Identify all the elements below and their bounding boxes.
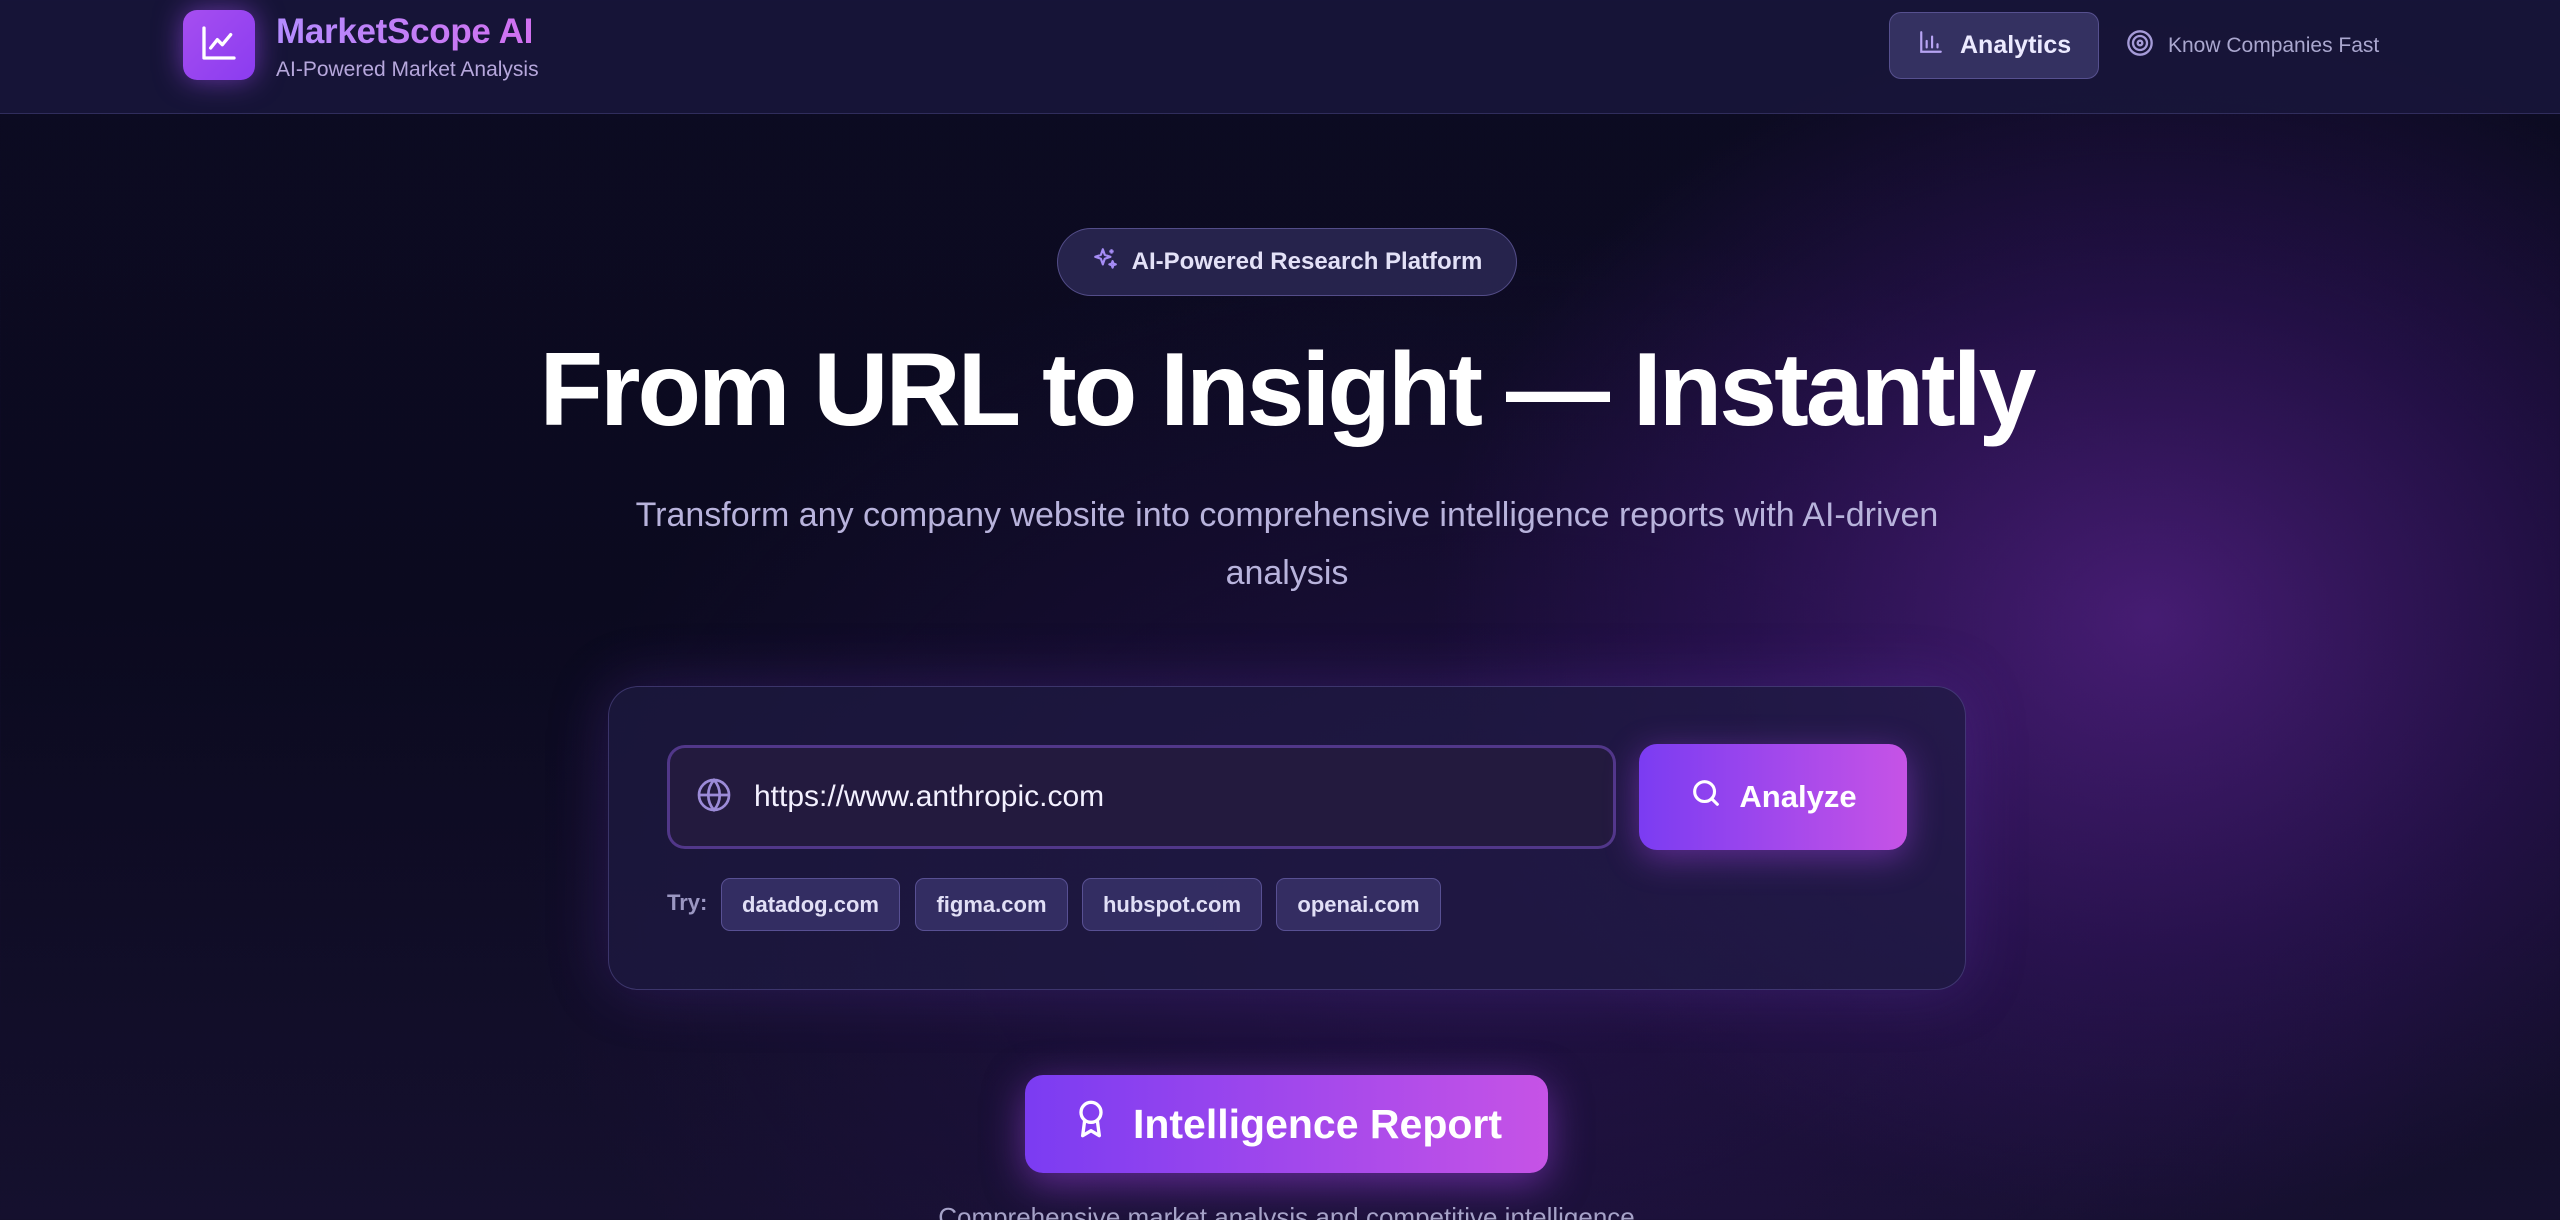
brand-logo[interactable] [183,10,255,80]
analyze-label: Analyze [1739,779,1857,814]
analytics-nav-button[interactable]: Analytics [1889,12,2099,79]
badge-label: AI-Powered Research Platform [1131,248,1483,275]
top-header: MarketScope AI AI-Powered Market Analysi… [0,0,2560,114]
hero-headline: From URL to Insight — Instantly [539,332,2037,448]
report-caption: Comprehensive market analysis and compet… [938,1202,1635,1220]
target-icon [2126,29,2154,63]
platform-badge: AI-Powered Research Platform [1057,228,1517,296]
suggestion-chip-figma[interactable]: figma.com [915,878,1068,931]
globe-icon [696,777,732,818]
hero-subtitle: Transform any company website into compr… [635,496,1939,592]
analytics-nav-label: Analytics [1960,31,2072,59]
award-icon [1071,1099,1111,1149]
tagline-nav-item[interactable]: Know Companies Fast [2126,30,2379,62]
url-input[interactable] [754,767,1613,827]
bar-chart-icon [1918,29,1944,62]
tagline-label: Know Companies Fast [2168,34,2380,57]
line-chart-icon [199,23,239,68]
search-icon [1689,776,1723,818]
analyze-button[interactable]: Analyze [1639,744,1907,850]
suggestion-chip-hubspot[interactable]: hubspot.com [1082,878,1262,931]
sparkles-icon [1092,246,1118,279]
intelligence-report-button[interactable]: Intelligence Report [1025,1075,1548,1173]
report-button-label: Intelligence Report [1132,1100,1503,1147]
url-field[interactable] [667,745,1616,849]
suggestion-chip-openai[interactable]: openai.com [1276,878,1441,931]
try-label: Try: [667,890,708,915]
brand-subtitle: AI-Powered Market Analysis [276,58,539,81]
brand-title[interactable]: MarketScope AI [276,12,533,52]
suggestion-chip-datadog[interactable]: datadog.com [721,878,900,931]
